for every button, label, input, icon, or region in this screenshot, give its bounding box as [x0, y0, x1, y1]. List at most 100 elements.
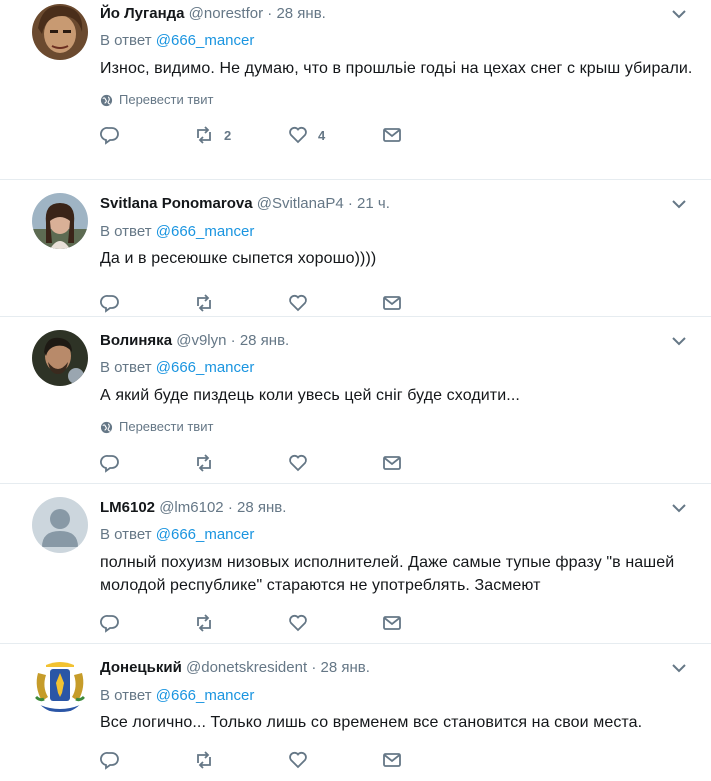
reply-prefix: В ответ	[100, 32, 152, 49]
reply-to-line: В ответ @666_mancer	[100, 358, 695, 378]
retweet-button[interactable]	[194, 293, 288, 313]
direct-message-button[interactable]	[382, 613, 476, 633]
heart-icon	[289, 454, 307, 472]
author-handle[interactable]: @norestfor	[189, 5, 263, 22]
reply-to-line: В ответ @666_mancer	[100, 31, 695, 51]
like-button[interactable]	[288, 293, 382, 313]
avatar[interactable]	[32, 330, 88, 386]
reply-prefix: В ответ	[100, 687, 152, 704]
author-name[interactable]: Волиняка	[100, 332, 172, 349]
chevron-down-icon[interactable]	[671, 335, 687, 347]
author-name[interactable]: LM6102	[100, 499, 155, 516]
reply-icon	[100, 127, 119, 145]
like-button[interactable]	[288, 750, 382, 770]
tweet-text: полный похуизм низовых исполнителей. Даж…	[100, 554, 675, 594]
separator-dot: ·	[347, 195, 353, 212]
tweet-text: Все логично... Только лишь со временем в…	[100, 714, 643, 731]
globe-icon	[100, 421, 113, 433]
retweet-icon	[197, 126, 211, 144]
reply-to-link[interactable]: @666_mancer	[156, 687, 255, 704]
reply-to-link[interactable]: @666_mancer	[156, 32, 255, 49]
timestamp[interactable]: 21 ч.	[357, 195, 390, 212]
author-handle[interactable]: @donetskresident	[186, 659, 307, 676]
tweet-actions	[100, 750, 695, 770]
envelope-icon	[383, 128, 401, 142]
chevron-down-icon[interactable]	[671, 662, 687, 674]
author-handle[interactable]: @v9lyn	[176, 332, 226, 349]
timestamp[interactable]: 28 янв.	[320, 659, 369, 676]
reply-button[interactable]	[100, 293, 194, 313]
timestamp[interactable]: 28 янв.	[276, 5, 325, 22]
reply-prefix: В ответ	[100, 526, 152, 543]
timestamp[interactable]: 28 янв.	[240, 332, 289, 349]
tweet[interactable]: LM6102 @lm6102 · 28 янв. В ответ @666_ma…	[0, 484, 711, 644]
reply-icon	[100, 295, 119, 313]
tweet-text: Износ, видимо. Не думаю, что в прошльіе …	[100, 60, 693, 77]
translate-label: Перевести твит	[119, 92, 214, 107]
heart-icon	[289, 294, 307, 312]
avatar[interactable]	[32, 193, 88, 249]
direct-message-button[interactable]	[382, 293, 476, 313]
chevron-down-icon[interactable]	[671, 198, 687, 210]
separator-dot: ·	[227, 499, 233, 516]
translate-label: Перевести твит	[119, 419, 214, 434]
heart-icon	[289, 751, 307, 769]
heart-icon	[289, 614, 307, 632]
reply-prefix: В ответ	[100, 359, 152, 376]
like-button[interactable]	[288, 613, 382, 633]
reply-to-link[interactable]: @666_mancer	[156, 526, 255, 543]
chevron-down-icon[interactable]	[671, 8, 687, 20]
tweet[interactable]: Svitlana Ponomarova @SvitlanaP4 · 21 ч. …	[0, 180, 711, 317]
reply-icon	[100, 615, 119, 633]
direct-message-button[interactable]	[382, 750, 476, 770]
author-name[interactable]: Донецький	[100, 659, 182, 676]
translate-link[interactable]: Перевести твит	[100, 419, 695, 435]
author-name[interactable]: Svitlana Ponomarova	[100, 195, 253, 212]
reply-icon	[100, 455, 119, 473]
direct-message-button[interactable]	[382, 125, 476, 145]
retweet-count: 2	[224, 127, 232, 143]
tweet-text: Да и в ресеюшке сыпется хорошо))))	[100, 250, 377, 267]
retweet-button[interactable]	[194, 613, 288, 633]
retweet-button[interactable]	[194, 750, 288, 770]
chevron-down-icon[interactable]	[671, 502, 687, 514]
like-button[interactable]	[288, 453, 382, 473]
reply-to-line: В ответ @666_mancer	[100, 222, 695, 242]
reply-button[interactable]	[100, 750, 194, 770]
tweet[interactable]: Йо Луганда @norestfor · 28 янв. В ответ …	[0, 0, 711, 180]
tweet-header: Волиняка @v9lyn · 28 янв.	[100, 317, 695, 351]
reply-button[interactable]	[100, 613, 194, 633]
translate-link[interactable]: Перевести твит	[100, 92, 695, 108]
reply-to-link[interactable]: @666_mancer	[156, 359, 255, 376]
reply-to-line: В ответ @666_mancer	[100, 686, 695, 706]
reply-button[interactable]	[100, 453, 194, 473]
tweet-actions	[100, 453, 695, 473]
avatar[interactable]	[32, 657, 88, 713]
reply-prefix: В ответ	[100, 223, 152, 240]
retweet-button[interactable]	[194, 453, 288, 473]
envelope-icon	[383, 753, 401, 767]
retweet-button[interactable]: 2	[194, 125, 288, 145]
tweet-actions: 2 4	[100, 125, 695, 145]
avatar[interactable]	[32, 497, 88, 553]
direct-message-button[interactable]	[382, 453, 476, 473]
reply-icon	[100, 752, 119, 770]
like-count: 4	[318, 127, 326, 143]
author-name[interactable]: Йо Луганда	[100, 5, 185, 22]
reply-to-link[interactable]: @666_mancer	[156, 223, 255, 240]
tweet[interactable]: Волиняка @v9lyn · 28 янв. В ответ @666_m…	[0, 317, 711, 484]
avatar[interactable]	[32, 4, 88, 60]
timestamp[interactable]: 28 янв.	[237, 499, 286, 516]
reply-button[interactable]	[100, 125, 194, 145]
author-handle[interactable]: @lm6102	[159, 499, 223, 516]
like-button[interactable]: 4	[288, 125, 382, 145]
separator-dot: ·	[267, 5, 273, 22]
globe-icon	[100, 94, 113, 106]
separator-dot: ·	[230, 332, 236, 349]
retweet-icon	[197, 294, 211, 312]
tweet[interactable]: Донецький @donetskresident · 28 янв. В о…	[0, 644, 711, 781]
author-handle[interactable]: @SvitlanaP4	[257, 195, 344, 212]
tweet-header: Йо Луганда @norestfor · 28 янв.	[100, 0, 695, 24]
tweet-actions	[100, 293, 695, 313]
retweet-icon	[197, 751, 211, 769]
